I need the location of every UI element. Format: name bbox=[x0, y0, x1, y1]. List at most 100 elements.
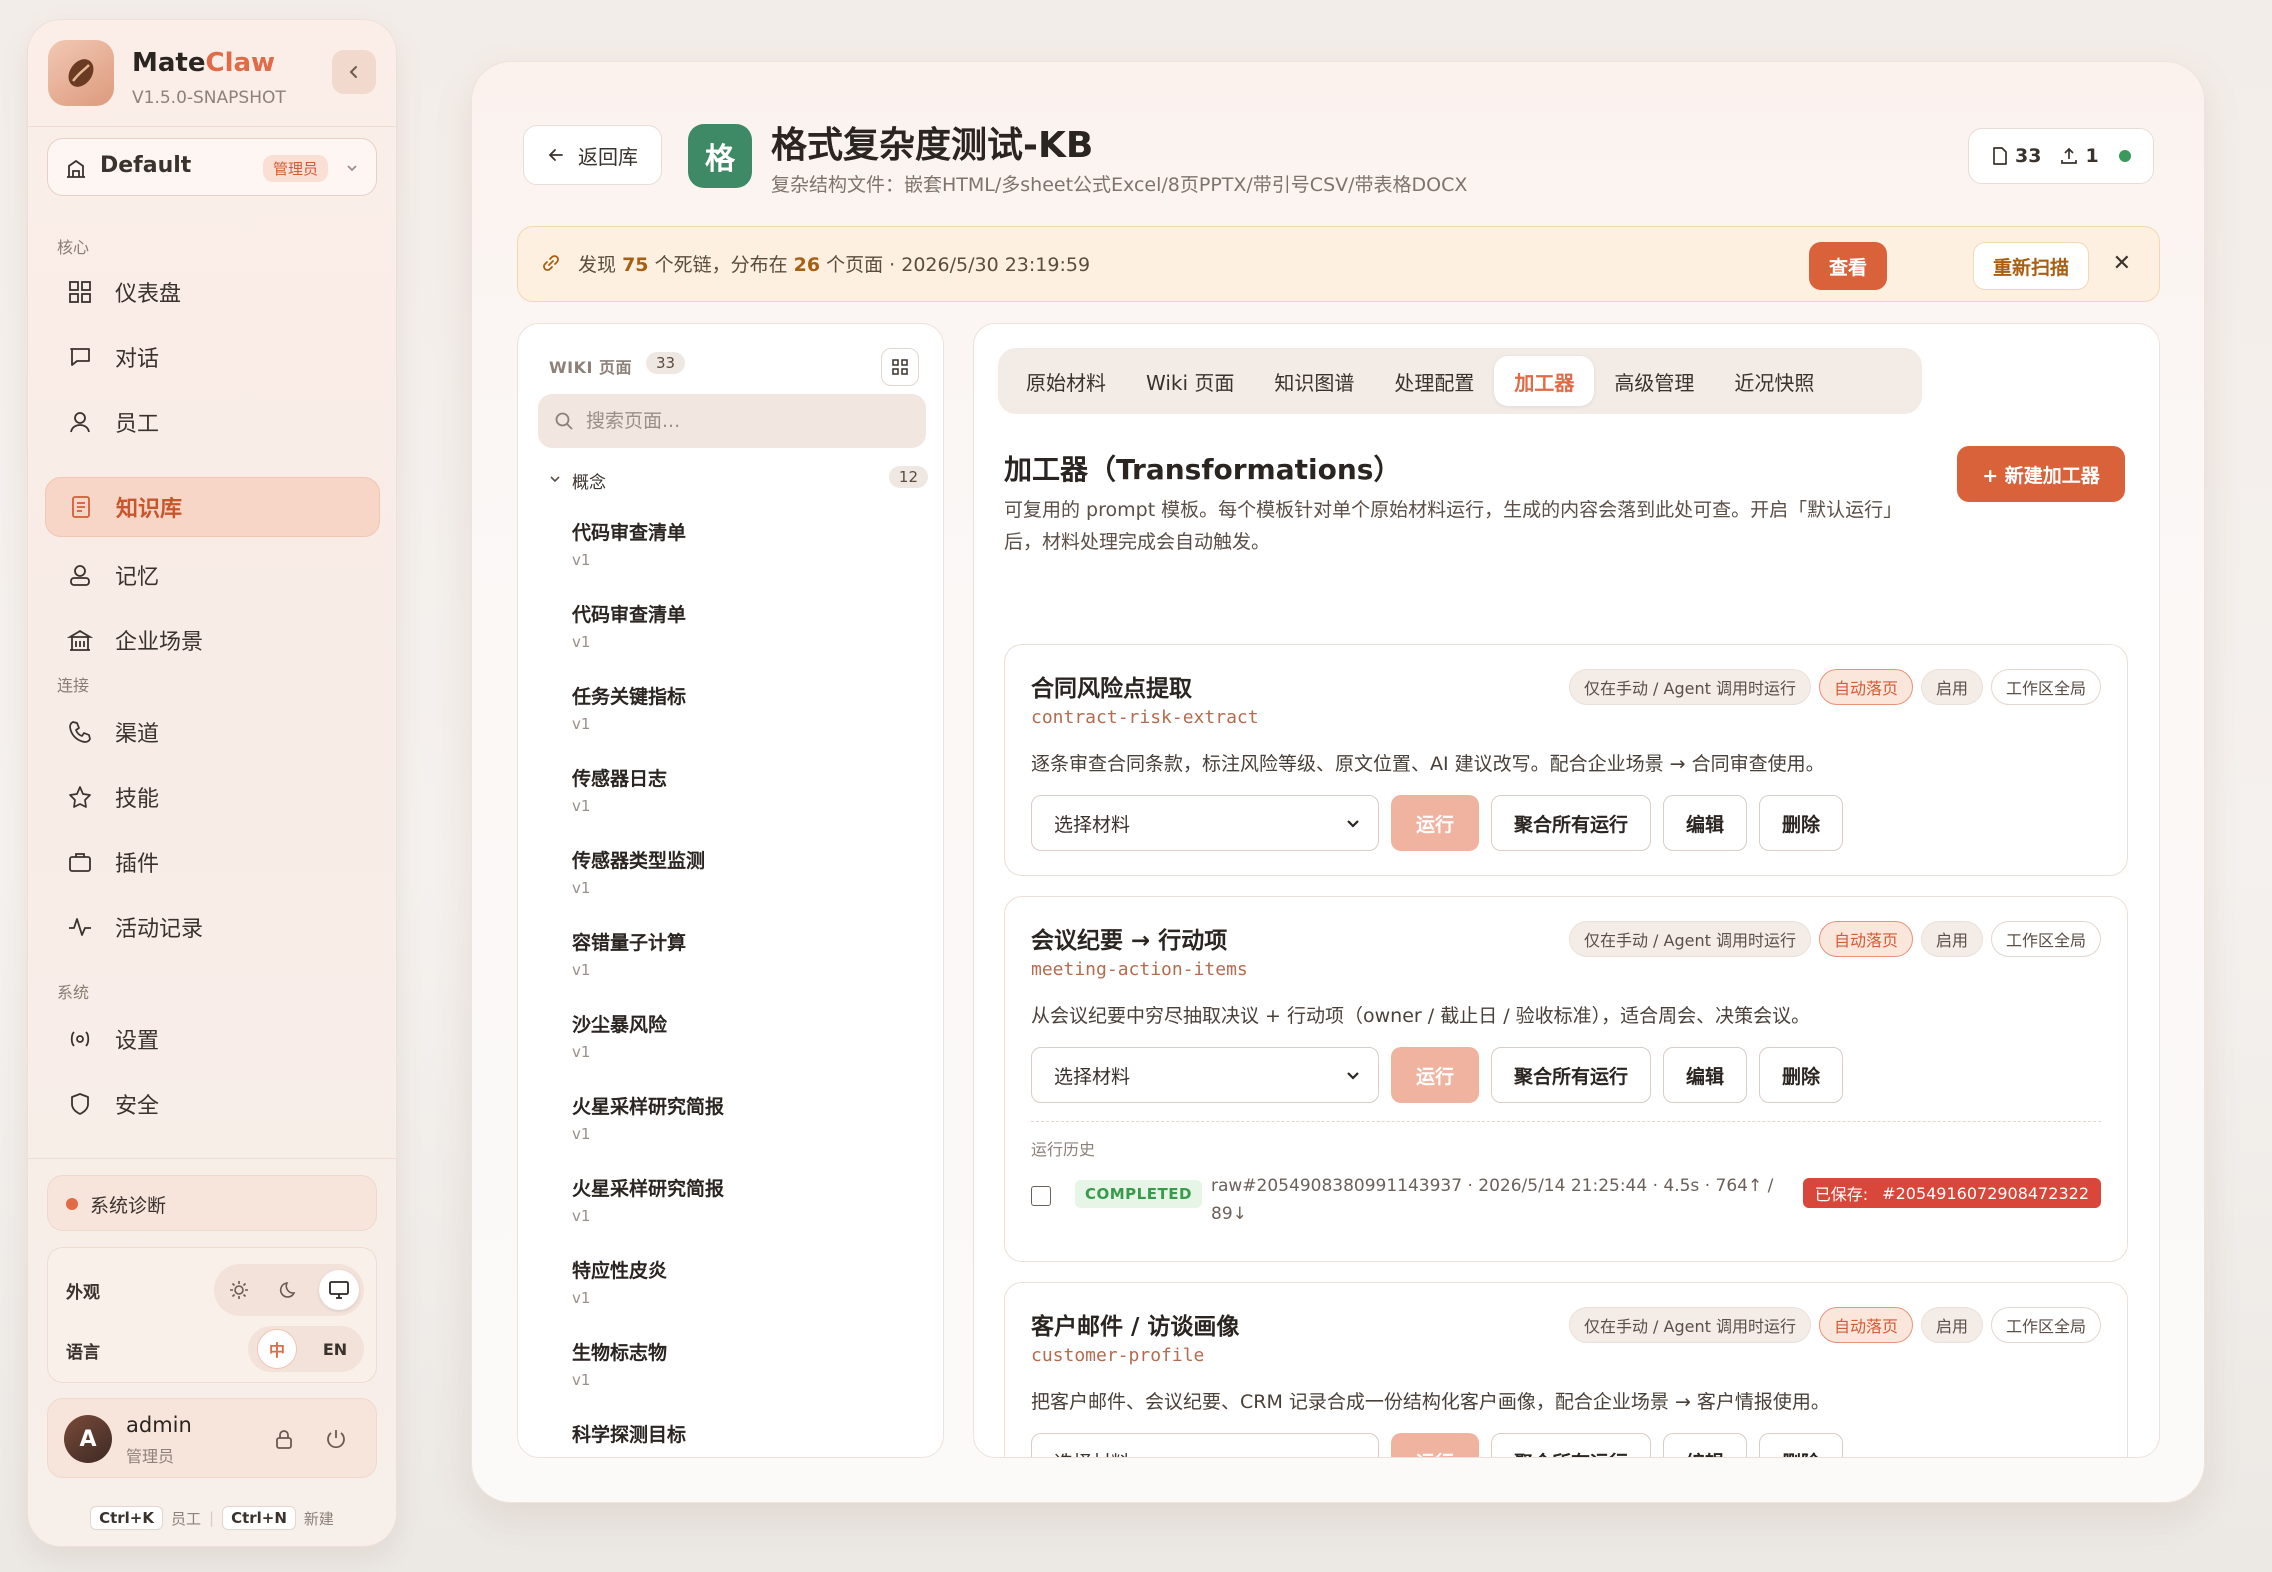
chat-icon bbox=[65, 342, 95, 372]
document-icon bbox=[1993, 147, 2007, 165]
edit-button[interactable]: 编辑 bbox=[1663, 1433, 1748, 1457]
tab-knowledge-graph[interactable]: 知识图谱 bbox=[1254, 356, 1374, 406]
material-select[interactable]: 选择材料 bbox=[1031, 1433, 1379, 1458]
system-diagnostics-button[interactable]: 系统诊断 bbox=[47, 1175, 377, 1231]
material-select[interactable]: 选择材料 bbox=[1031, 1047, 1379, 1103]
language-switcher: 中 EN bbox=[248, 1326, 364, 1372]
card-badges: 仅在手动 / Agent 调用时运行 自动落页 启用 工作区全局 bbox=[1568, 921, 2101, 957]
scope-badge: 工作区全局 bbox=[1990, 1307, 2101, 1343]
wiki-page-version: v1 bbox=[572, 715, 591, 733]
wiki-page-item[interactable]: 传感器类型监测 v1 bbox=[572, 846, 912, 916]
status-dot bbox=[2118, 150, 2131, 162]
brand-version: V1.5.0-SNAPSHOT bbox=[132, 88, 286, 108]
collapse-sidebar-button[interactable] bbox=[332, 50, 376, 94]
diagnostics-label: 系统诊断 bbox=[90, 1195, 167, 1217]
run-button[interactable]: 运行 bbox=[1391, 1047, 1479, 1103]
tab-advanced[interactable]: 高级管理 bbox=[1594, 356, 1714, 406]
tab-wiki-pages[interactable]: Wiki 页面 bbox=[1126, 356, 1254, 406]
run-checkbox[interactable] bbox=[1031, 1186, 1051, 1206]
kb-stats[interactable]: 33 1 bbox=[1968, 128, 2154, 184]
trigger-badge: 仅在手动 / Agent 调用时运行 bbox=[1568, 921, 1811, 957]
monitor-icon[interactable] bbox=[319, 1270, 359, 1310]
edit-button[interactable]: 编辑 bbox=[1663, 795, 1748, 851]
power-icon[interactable] bbox=[320, 1423, 352, 1455]
user-card: A admin 管理员 bbox=[47, 1398, 377, 1478]
run-history: 运行历史 COMPLETED raw#2054908380991143937 ·… bbox=[1031, 1121, 2101, 1224]
sidebar-item-channels[interactable]: 渠道 bbox=[45, 702, 380, 762]
enabled-badge[interactable]: 启用 bbox=[1920, 669, 1983, 705]
sidebar-item-knowledge-base[interactable]: 知识库 bbox=[45, 477, 380, 537]
wiki-page-item[interactable]: 沙尘暴风险 v1 bbox=[572, 1010, 912, 1080]
sidebar-item-enterprise-scenarios[interactable]: 企业场景 bbox=[45, 610, 380, 670]
sidebar-item-chat[interactable]: 对话 bbox=[45, 327, 380, 387]
auto-page-badge[interactable]: 自动落页 bbox=[1818, 1307, 1913, 1343]
aggregate-runs-button[interactable]: 聚合所有运行 bbox=[1491, 1047, 1652, 1103]
new-transformation-button[interactable]: + 新建加工器 bbox=[1957, 446, 2125, 502]
wiki-page-item[interactable]: 特应性皮炎 v1 bbox=[572, 1256, 912, 1326]
enabled-badge[interactable]: 启用 bbox=[1920, 921, 1983, 957]
saved-page-link[interactable]: 已保存: #2054916072908472322 bbox=[1802, 1178, 2101, 1208]
aggregate-runs-button[interactable]: 聚合所有运行 bbox=[1491, 795, 1652, 851]
delete-button[interactable]: 删除 bbox=[1759, 1433, 1844, 1457]
sidebar-item-employees[interactable]: 员工 bbox=[45, 392, 380, 452]
arrow-left-icon bbox=[548, 149, 563, 161]
sidebar-item-skills[interactable]: 技能 bbox=[45, 767, 380, 827]
delete-button[interactable]: 删除 bbox=[1759, 1047, 1844, 1103]
lang-zh-button[interactable]: 中 bbox=[257, 1329, 297, 1369]
close-icon[interactable]: ✕ bbox=[2113, 251, 2131, 276]
back-to-library-button[interactable]: 返回库 bbox=[523, 125, 662, 185]
sidebar-item-dashboard[interactable]: 仪表盘 bbox=[45, 262, 380, 322]
wiki-page-item[interactable]: 火星采样研究简报 v1 bbox=[572, 1174, 912, 1244]
wiki-page-item[interactable]: 生物标志物 v1 bbox=[572, 1338, 912, 1408]
sun-icon[interactable] bbox=[219, 1270, 259, 1310]
building-icon bbox=[65, 625, 95, 655]
wiki-group-concepts[interactable]: 概念 12 bbox=[548, 466, 928, 496]
sidebar-item-memory[interactable]: 记忆 bbox=[45, 545, 380, 605]
sidebar-item-plugins[interactable]: 插件 bbox=[45, 832, 380, 892]
material-select[interactable]: 选择材料 bbox=[1031, 795, 1379, 851]
trigger-badge: 仅在手动 / Agent 调用时运行 bbox=[1568, 1307, 1811, 1343]
tab-processing-config[interactable]: 处理配置 bbox=[1374, 356, 1494, 406]
grid-view-icon[interactable] bbox=[881, 348, 919, 386]
wiki-page-item[interactable]: 代码审查清单 v1 bbox=[572, 600, 912, 670]
delete-button[interactable]: 删除 bbox=[1759, 795, 1844, 851]
tab-snapshot[interactable]: 近况快照 bbox=[1714, 356, 1834, 406]
workspace-switcher[interactable]: Default 管理员 bbox=[47, 138, 377, 196]
auto-page-badge[interactable]: 自动落页 bbox=[1818, 921, 1913, 957]
section-heading: 加工器（Transformations） bbox=[1004, 453, 1402, 486]
wiki-page-item[interactable]: 火星采样研究简报 v1 bbox=[572, 1092, 912, 1162]
moon-icon[interactable] bbox=[269, 1270, 309, 1310]
rescan-button[interactable]: 重新扫描 bbox=[1973, 242, 2089, 290]
sidebar-item-label: 设置 bbox=[115, 1029, 160, 1054]
wiki-page-item[interactable]: 任务关键指标 v1 bbox=[572, 682, 912, 752]
wiki-page-item[interactable]: 代码审查清单 v1 bbox=[572, 518, 912, 588]
person-icon bbox=[65, 407, 95, 437]
enabled-badge[interactable]: 启用 bbox=[1920, 1307, 1983, 1343]
wiki-search-input[interactable] bbox=[538, 394, 926, 448]
sidebar-item-security[interactable]: 安全 bbox=[45, 1074, 380, 1134]
chevron-down-icon bbox=[1344, 1452, 1362, 1458]
tab-transformations[interactable]: 加工器 bbox=[1494, 356, 1595, 406]
lang-en-button[interactable]: EN bbox=[315, 1329, 355, 1369]
sidebar-item-settings[interactable]: 设置 bbox=[45, 1009, 380, 1069]
avatar[interactable]: A bbox=[64, 1415, 112, 1463]
run-button[interactable]: 运行 bbox=[1391, 795, 1479, 851]
wiki-page-item[interactable]: 科学探测目标 bbox=[572, 1420, 912, 1457]
edit-button[interactable]: 编辑 bbox=[1663, 1047, 1748, 1103]
lock-icon[interactable] bbox=[268, 1423, 300, 1455]
run-meta: raw#2054908380991143937 · 2026/5/14 21:2… bbox=[1211, 1176, 1774, 1224]
view-dead-links-button[interactable]: 查看 bbox=[1809, 242, 1887, 290]
run-button[interactable]: 运行 bbox=[1391, 1433, 1479, 1457]
wiki-page-version: v1 bbox=[572, 1125, 591, 1143]
wiki-page-item[interactable]: 容错量子计算 v1 bbox=[572, 928, 912, 998]
wiki-page-item[interactable]: 传感器日志 v1 bbox=[572, 764, 912, 834]
card-title: 客户邮件 / 访谈画像 bbox=[1031, 1314, 1240, 1340]
shortcut-label: 新建 bbox=[303, 1509, 334, 1528]
status-badge: COMPLETED bbox=[1075, 1180, 1202, 1208]
card-badges: 仅在手动 / Agent 调用时运行 自动落页 启用 工作区全局 bbox=[1568, 1307, 2101, 1343]
transformation-card: 合同风险点提取 contract-risk-extract 仅在手动 / Age… bbox=[1004, 644, 2128, 876]
tab-raw-materials[interactable]: 原始材料 bbox=[1006, 356, 1126, 406]
sidebar-item-activity[interactable]: 活动记录 bbox=[45, 897, 380, 957]
auto-page-badge[interactable]: 自动落页 bbox=[1818, 669, 1913, 705]
aggregate-runs-button[interactable]: 聚合所有运行 bbox=[1491, 1433, 1652, 1457]
